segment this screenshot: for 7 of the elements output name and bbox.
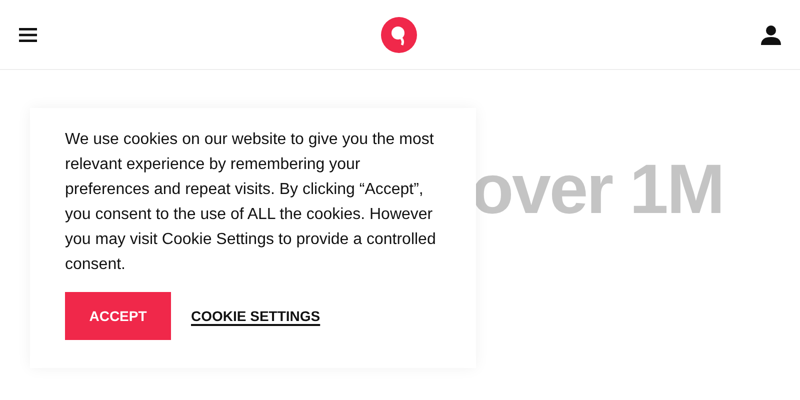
logo-icon[interactable] [381, 16, 417, 52]
menu-icon[interactable] [19, 28, 37, 42]
cookie-settings-link[interactable]: COOKIE SETTINGS [191, 306, 320, 326]
accept-button[interactable]: ACCEPT [65, 292, 171, 340]
hero-heading: over 1M [471, 154, 724, 224]
cookie-message: We use cookies on our website to give you the most relevant experience by remembering your preferences and repeat visits. By clicking “Accept”, you consent to the use of ALL the cookies. However you may visit Cookie Settings to provide a controlled consent. [65, 130, 437, 275]
user-icon[interactable] [761, 24, 781, 44]
